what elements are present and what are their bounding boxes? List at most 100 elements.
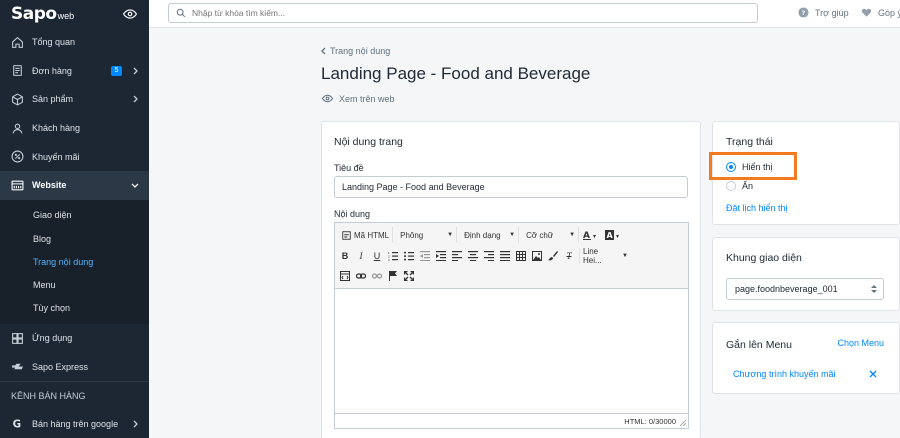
express-icon (11, 360, 24, 373)
subnav-item-blog[interactable]: Blog (0, 227, 149, 250)
toolbar-row-2: B I U 123 T Line Hei... ▼ (339, 247, 635, 265)
svg-text:▾: ▾ (593, 234, 596, 240)
text-color-icon: A ▾ (583, 231, 596, 240)
order-icon (11, 64, 24, 77)
underline-button[interactable]: U (371, 248, 383, 264)
title-field-label: Tiêu đề (334, 163, 364, 173)
subnav-item-pages[interactable]: Trang nội dung (0, 250, 149, 273)
search-box[interactable] (168, 3, 758, 23)
radio-button-unchecked[interactable] (726, 181, 736, 191)
theme-card-title: Khung giao diện (726, 252, 802, 264)
close-icon[interactable] (869, 370, 877, 378)
website-subnav: Giao diện Blog Trang nội dung Menu Tùy c… (0, 199, 149, 325)
choose-menu-link[interactable]: Chọn Menu (837, 338, 884, 348)
logo-text: Sapo (11, 4, 57, 24)
background-color-button[interactable]: A ▾ (605, 227, 623, 243)
italic-button[interactable]: I (355, 248, 367, 264)
svg-text:A: A (607, 231, 614, 240)
indent-button[interactable] (435, 248, 447, 264)
image-button[interactable] (531, 248, 543, 264)
caret-down-icon: ▼ (622, 253, 628, 259)
text-color-button[interactable]: A ▾ (583, 227, 601, 243)
bold-button[interactable]: B (339, 248, 351, 264)
sidebar-item-google[interactable]: G Bán hàng trên google (0, 409, 149, 438)
subnav-item-menu[interactable]: Menu (0, 273, 149, 296)
subnav-item-themes[interactable]: Giao diện (0, 204, 149, 227)
theme-select-value: page.foodnbeverage_001 (735, 284, 838, 294)
logo-bar: Sapo web (0, 0, 149, 28)
content-field-label: Nội dung (334, 209, 371, 219)
search-icon (176, 8, 186, 18)
ordered-list-icon: 123 (388, 251, 398, 261)
brush-icon (548, 251, 558, 261)
anchor-button[interactable] (387, 268, 399, 284)
subnav-item-options[interactable]: Tùy chọn (0, 297, 149, 320)
unlink-icon (372, 273, 382, 279)
ordered-list-button[interactable]: 123 (387, 248, 399, 264)
unlink-button[interactable] (371, 268, 383, 284)
font-size-select[interactable]: Cỡ chữ ▼ (523, 227, 580, 243)
link-button[interactable] (355, 268, 367, 284)
sidebar-item-overview[interactable]: Tổng quan (0, 28, 149, 57)
search-input[interactable] (192, 8, 732, 18)
radio-hide-label: Ẩn (742, 181, 754, 191)
align-center-icon (468, 251, 478, 261)
help-link[interactable]: ? Trợ giúp (798, 7, 849, 18)
table-button[interactable] (515, 248, 527, 264)
sidebar-item-products[interactable]: Sản phẩm (0, 85, 149, 114)
view-on-web-link[interactable]: Xem trên web (322, 93, 395, 104)
align-right-button[interactable] (483, 248, 495, 264)
feedback-link[interactable]: Góp ý (861, 7, 900, 18)
toolbar-row-1: Mã HTML Phông ▼ Định dạng ▼ Cỡ chữ ▼ A ▾ A ▾ (339, 226, 627, 244)
fullscreen-icon (404, 271, 414, 281)
editor-content-area[interactable] (335, 289, 688, 413)
sidebar-item-customers[interactable]: Khách hàng (0, 114, 149, 143)
format-painter-button[interactable] (547, 248, 559, 264)
sidebar-item-express[interactable]: Sapo Express (0, 353, 149, 382)
format-select[interactable]: Định dạng ▼ (461, 227, 520, 243)
order-count-badge: 5 (111, 65, 122, 76)
feedback-label: Góp ý (878, 7, 900, 18)
select-arrows-icon (871, 285, 877, 293)
html-source-label: Mã HTML (354, 230, 390, 240)
embed-button[interactable] (339, 268, 351, 284)
sidebar-item-promotions[interactable]: Khuyến mãi (0, 142, 149, 171)
theme-select[interactable]: page.foodnbeverage_001 (726, 278, 884, 300)
align-justify-button[interactable] (499, 248, 511, 264)
caret-down-icon: ▼ (509, 232, 516, 238)
resize-handle-icon[interactable] (680, 420, 686, 426)
eye-icon (322, 94, 333, 103)
radio-hide[interactable]: Ẩn (726, 181, 753, 191)
bullet-list-button[interactable] (403, 248, 415, 264)
outdent-icon (420, 251, 430, 261)
chevron-right-icon (133, 96, 138, 103)
code-icon (342, 230, 351, 240)
line-height-select[interactable]: Line Hei... ▼ (579, 247, 631, 265)
sidebar-item-orders[interactable]: Đơn hàng 5 (0, 57, 149, 86)
html-source-button[interactable]: Mã HTML (339, 227, 394, 243)
fullscreen-button[interactable] (403, 268, 415, 284)
content-card: Nội dung trang Tiêu đề Landing Page - Fo… (321, 121, 701, 438)
menu-card-title: Gắn lên Menu (726, 339, 792, 351)
chevron-left-icon (321, 47, 326, 55)
schedule-display-link[interactable]: Đặt lịch hiển thị (726, 203, 788, 213)
eye-icon[interactable] (123, 7, 137, 21)
chevron-right-icon (133, 420, 138, 427)
sidebar-item-label: Tổng quan (32, 37, 76, 48)
outdent-button[interactable] (419, 248, 431, 264)
sapo-logo[interactable]: Sapo web (11, 4, 74, 24)
breadcrumb[interactable]: Trang nội dung (320, 46, 390, 56)
font-select[interactable]: Phông ▼ (397, 227, 458, 243)
content-card-title: Nội dung trang (334, 136, 403, 148)
align-left-button[interactable] (451, 248, 463, 264)
svg-text:G: G (13, 418, 21, 430)
status-card-title: Trạng thái (726, 136, 773, 148)
clear-format-button[interactable]: T (563, 248, 575, 264)
menu-item-promotion[interactable]: Chương trình khuyến mãi (733, 369, 835, 379)
sidebar-item-website[interactable]: Website (0, 170, 149, 200)
align-center-button[interactable] (467, 248, 479, 264)
box-icon (11, 93, 24, 106)
align-right-icon (484, 251, 494, 261)
title-field[interactable]: Landing Page - Food and Beverage (334, 176, 688, 198)
sidebar-item-apps[interactable]: Ứng dụng (0, 324, 149, 353)
